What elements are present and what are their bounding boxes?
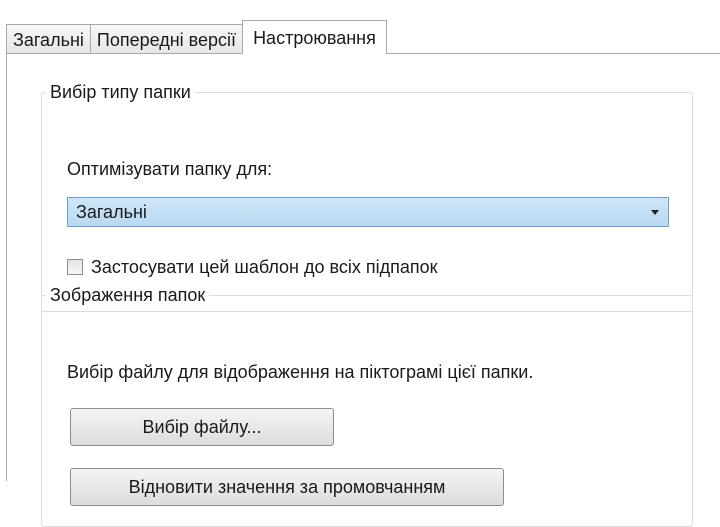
tab-customize[interactable]: Настроювання: [242, 20, 387, 54]
choose-file-button[interactable]: Вибір файлу...: [70, 408, 334, 446]
optimize-folder-label: Оптимізувати папку для:: [67, 159, 273, 179]
folder-properties-dialog: Загальні Попередні версії Настроювання В…: [0, 0, 720, 527]
tab-previous-versions[interactable]: Попередні версії: [89, 24, 244, 54]
tab-strip: Загальні Попередні версії Настроювання: [6, 20, 387, 54]
restore-default-button[interactable]: Відновити значення за промовчанням: [70, 468, 504, 506]
folder-type-group: Вибір типу папки Оптимізувати папку для:…: [41, 80, 693, 312]
customize-panel: Вибір типу папки Оптимізувати папку для:…: [6, 53, 720, 527]
folder-picture-description: Вибір файлу для відображення на піктогра…: [67, 362, 534, 382]
apply-to-subfolders-checkbox[interactable]: [67, 259, 83, 275]
folder-type-group-title: Вибір типу папки: [46, 80, 195, 104]
dropdown-arrow-icon: [651, 210, 659, 215]
tab-general[interactable]: Загальні: [6, 24, 91, 54]
folder-type-selected-value: Загальні: [76, 202, 147, 222]
apply-to-subfolders-label: Застосувати цей шаблон до всіх підпапок: [91, 257, 438, 277]
folder-pictures-group-title: Зображення папок: [46, 283, 210, 307]
folder-type-dropdown[interactable]: Загальні: [67, 197, 669, 227]
folder-pictures-group: Зображення папок Вибір файлу для відобра…: [41, 283, 693, 527]
